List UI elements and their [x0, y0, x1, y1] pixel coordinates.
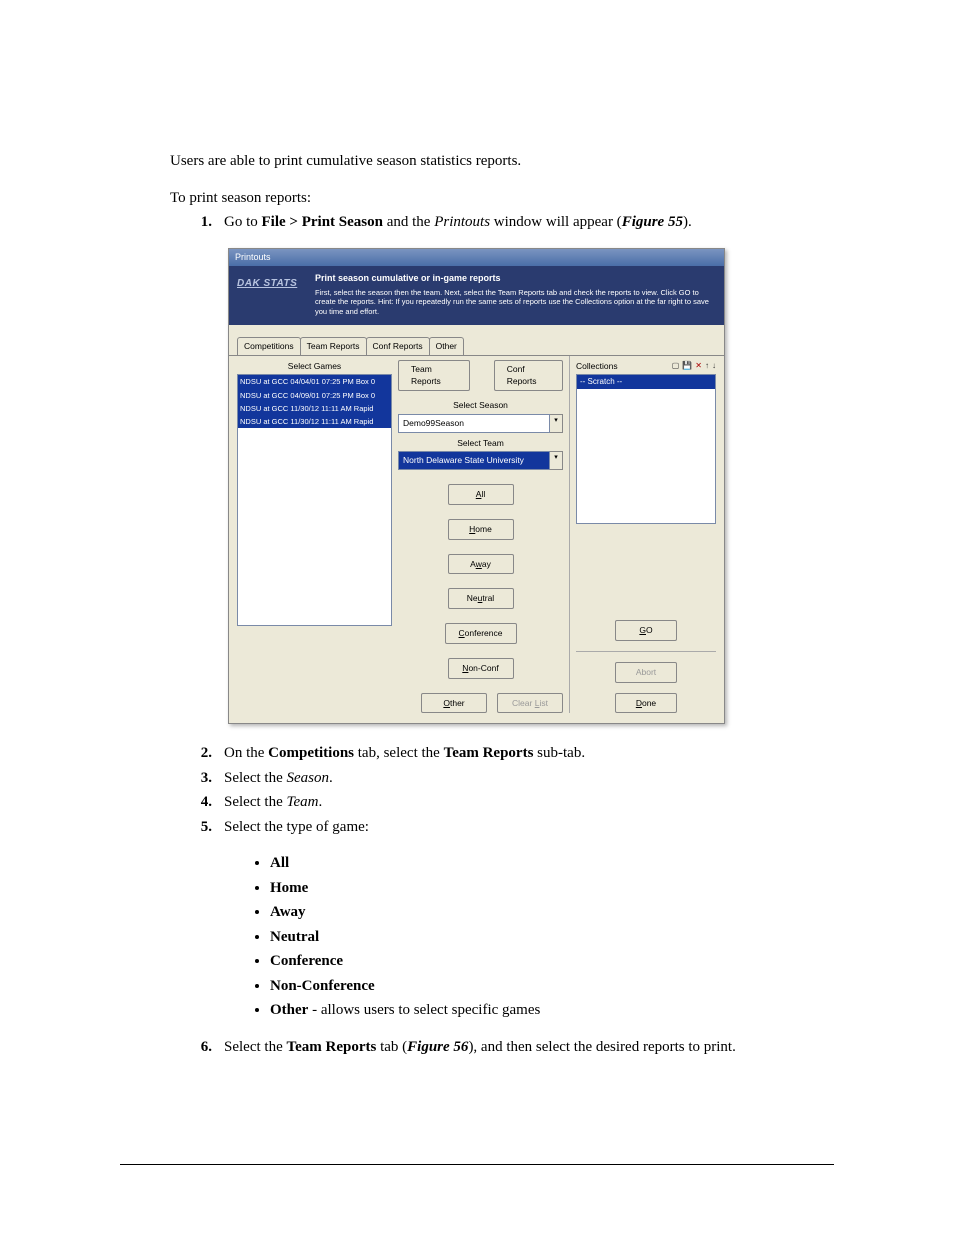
clear-list-button[interactable]: Clear List	[497, 693, 563, 714]
select-team-label: Select Team	[398, 437, 563, 450]
abort-button[interactable]: Abort	[615, 662, 677, 683]
chevron-down-icon[interactable]: ▾	[550, 414, 563, 433]
home-button[interactable]: Home	[448, 519, 514, 540]
tab-team-reports[interactable]: Team Reports	[300, 337, 367, 355]
lead-in: To print season reports:	[170, 187, 794, 210]
step-2: 2. On the Competitions tab, select the T…	[170, 742, 794, 765]
move-up-icon[interactable]: ↑	[705, 360, 709, 372]
header-title: Print season cumulative or in-game repor…	[315, 272, 716, 286]
list-item[interactable]: NDSU at GCC 04/09/01 07:25 PM Box 0	[238, 389, 391, 402]
list-item[interactable]: NDSU at GCC 11/30/12 11:11 AM Rapid	[238, 415, 391, 428]
step-6: 6. Select the Team Reports tab (Figure 5…	[170, 1036, 794, 1059]
games-listbox[interactable]: NDSU at GCC 04/04/01 07:25 PM Box 0 NDSU…	[237, 374, 392, 626]
step-1: 1. Go to File > Print Season and the Pri…	[170, 211, 794, 234]
step-3: 3. Select the Season.	[170, 767, 794, 790]
collections-label: Collections	[576, 360, 618, 373]
new-icon[interactable]: ▢	[672, 360, 680, 372]
list-item[interactable]: NDSU at GCC 04/04/01 07:25 PM Box 0	[238, 375, 391, 388]
go-button[interactable]: GO	[615, 620, 677, 641]
delete-icon[interactable]: ✕	[695, 360, 702, 372]
page-footer-rule	[120, 1164, 834, 1165]
select-games-label: Select Games	[237, 360, 392, 375]
window-titlebar: Printouts	[229, 249, 724, 267]
list-item[interactable]: -- Scratch --	[577, 375, 715, 389]
away-button[interactable]: Away	[448, 554, 514, 575]
all-button[interactable]: All	[448, 484, 514, 505]
dakstats-logo: DAK STATS	[237, 272, 315, 291]
chevron-down-icon[interactable]: ▾	[550, 451, 563, 470]
subtab-conf-reports[interactable]: Conf Reports	[494, 360, 563, 392]
step-5: 5. Select the type of game:	[170, 816, 794, 839]
game-type-bullets: All Home Away Neutral Conference Non-Con…	[270, 852, 794, 1022]
conference-button[interactable]: Conference	[445, 623, 517, 644]
other-button[interactable]: Other	[421, 693, 487, 714]
done-button[interactable]: Done	[615, 693, 677, 714]
select-season-label: Select Season	[398, 399, 563, 412]
tab-conf-reports[interactable]: Conf Reports	[366, 337, 430, 355]
printouts-window: Printouts DAK STATS Print season cumulat…	[228, 248, 725, 725]
list-item[interactable]: NDSU at GCC 11/30/12 11:11 AM Rapid	[238, 402, 391, 415]
intro-paragraph: Users are able to print cumulative seaso…	[170, 150, 794, 173]
step-4: 4. Select the Team.	[170, 791, 794, 814]
save-icon[interactable]: 💾	[682, 360, 692, 372]
main-tabbar: Competitions Team Reports Conf Reports O…	[229, 325, 724, 355]
collections-listbox[interactable]: -- Scratch --	[576, 374, 716, 524]
neutral-button[interactable]: Neutral	[448, 588, 514, 609]
season-dropdown[interactable]: Demo99Season ▾	[398, 414, 563, 433]
subtab-team-reports[interactable]: Team Reports	[398, 360, 470, 392]
move-down-icon[interactable]: ↓	[712, 360, 716, 372]
tab-other[interactable]: Other	[429, 337, 464, 355]
team-dropdown[interactable]: North Delaware State University ▾	[398, 451, 563, 470]
tab-competitions[interactable]: Competitions	[237, 337, 301, 355]
header-description: First, select the season then the team. …	[315, 288, 716, 317]
nonconf-button[interactable]: Non-Conf	[448, 658, 514, 679]
window-header: DAK STATS Print season cumulative or in-…	[229, 266, 724, 325]
